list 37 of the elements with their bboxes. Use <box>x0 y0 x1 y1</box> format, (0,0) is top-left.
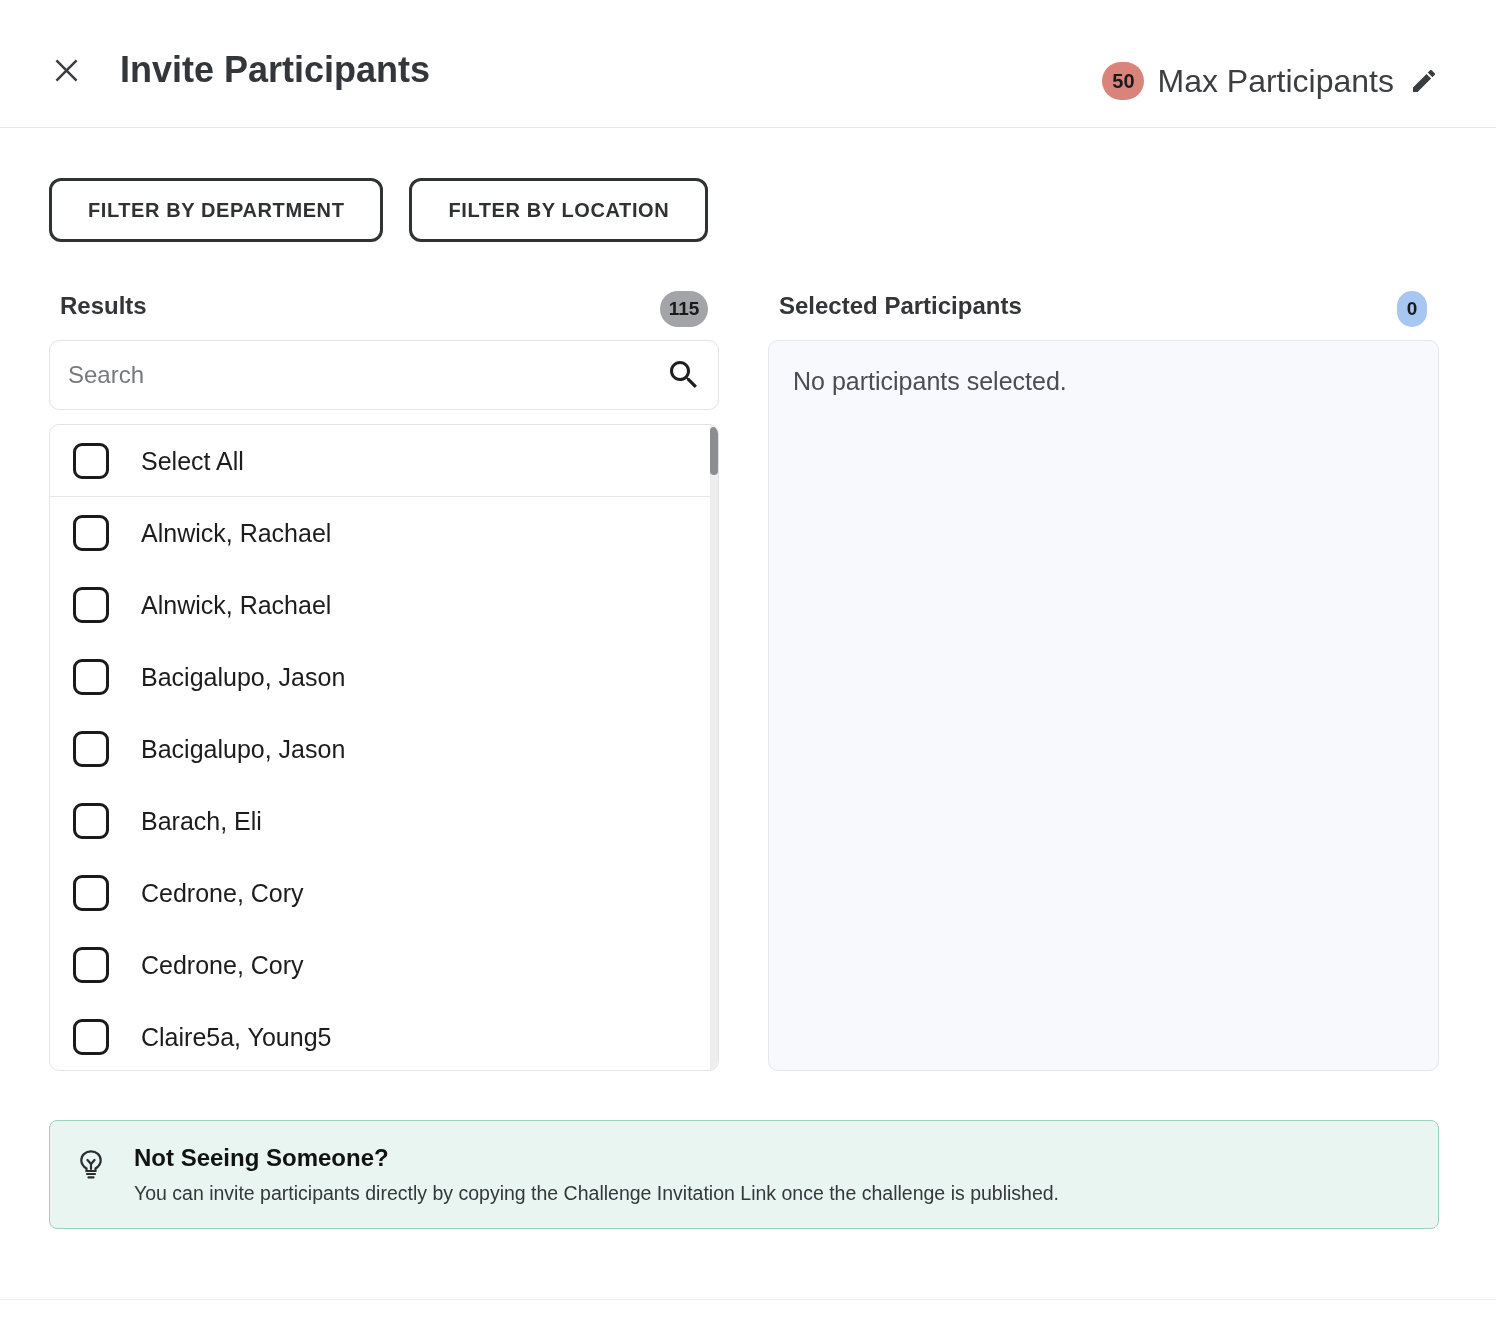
checkbox[interactable] <box>73 947 109 983</box>
search-field[interactable]: Search <box>49 340 719 410</box>
lightbulb-icon <box>80 1150 102 1179</box>
close-icon[interactable] <box>55 58 78 82</box>
checkbox[interactable] <box>73 1019 109 1055</box>
checkbox[interactable] <box>73 803 109 839</box>
checkbox[interactable] <box>73 659 109 695</box>
max-participants-label: Max Participants <box>1157 62 1394 100</box>
count-badge: 50 <box>1102 62 1145 100</box>
select-all-label: Select All <box>141 445 244 477</box>
checkbox[interactable] <box>73 442 109 479</box>
participant-name: Alnwick, Rachael <box>141 590 332 621</box>
participant-name: Claire5a, Young5 <box>141 1022 332 1053</box>
checkbox[interactable] <box>73 587 109 623</box>
checkbox[interactable] <box>73 731 109 767</box>
search-icon[interactable] <box>670 361 697 388</box>
notice-text: You can invite participants directly by copying the Challenge Invitation Link once the challenge is published. <box>134 1181 1060 1205</box>
participant-name: Bacigalupo, Jason <box>141 662 346 693</box>
notice-title: Not Seeing Someone? <box>134 1144 389 1172</box>
participant-name: Alnwick, Rachael <box>141 518 332 549</box>
filter-button[interactable]: FILTER BY DEPARTMENT <box>49 178 384 242</box>
scrollbar-thumb[interactable] <box>710 427 718 475</box>
count-badge: 115 <box>660 291 708 327</box>
participant-name: Barach, Eli <box>141 806 262 837</box>
dialog-title: Invite Participants <box>120 48 431 92</box>
participant-name: Cedrone, Cory <box>141 878 304 909</box>
count-badge: 0 <box>1397 291 1427 327</box>
checkbox[interactable] <box>73 875 109 911</box>
filter-button[interactable]: FILTER BY LOCATION <box>409 178 709 242</box>
scrollbar-track[interactable] <box>710 425 718 1070</box>
section-title: Selected Participants <box>779 291 1022 321</box>
section-title: Results <box>60 291 147 321</box>
checkbox[interactable] <box>73 515 109 551</box>
pencil-icon[interactable] <box>1413 70 1435 92</box>
participant-name: Bacigalupo, Jason <box>141 734 346 765</box>
participant-name: Cedrone, Cory <box>141 950 304 981</box>
empty-message: No participants selected. <box>793 366 1067 396</box>
